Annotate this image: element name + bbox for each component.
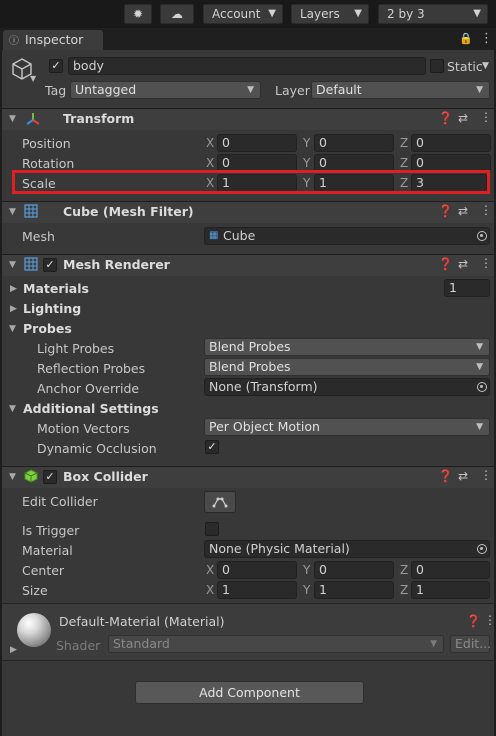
cloud-icon: ☁ — [171, 7, 183, 21]
preset-icon[interactable]: ⇄ — [458, 257, 468, 271]
foldout-arrow-icon[interactable]: ▶ — [10, 304, 17, 314]
materials-size-field[interactable]: 1 — [444, 279, 490, 297]
help-icon[interactable]: ❓ — [438, 469, 453, 483]
layer-dropdown[interactable]: Default ▼ — [311, 81, 490, 99]
tab-inspector[interactable]: ⓘ Inspector — [3, 30, 103, 50]
object-picker-icon[interactable] — [477, 231, 487, 241]
divider — [2, 660, 494, 661]
edit-collider-icon — [212, 497, 228, 508]
foldout-arrow-icon[interactable]: ▼ — [9, 472, 16, 482]
dynamic-occlusion-checkbox[interactable]: ✓ — [205, 440, 219, 454]
layers-dropdown[interactable]: Layers ▼ — [291, 4, 369, 24]
help-icon[interactable]: ❓ — [438, 111, 453, 125]
center-x-field[interactable]: 0 — [217, 561, 297, 579]
foldout-arrow-icon[interactable]: ▼ — [9, 324, 16, 334]
tag-label: Tag — [45, 83, 67, 98]
kebab-menu-icon[interactable]: ⋮ — [484, 613, 496, 627]
chevron-down-icon: ▼ — [473, 8, 481, 19]
mesh-renderer-title: Mesh Renderer — [63, 257, 170, 272]
preset-icon[interactable]: ⇄ — [458, 469, 468, 483]
position-y-field[interactable]: 0 — [314, 134, 394, 152]
position-z-field[interactable]: 0 — [411, 134, 491, 152]
probes-foldout[interactable]: Probes — [23, 321, 72, 336]
size-x-field[interactable]: 1 — [217, 581, 297, 599]
material-title: Default-Material (Material) — [59, 614, 225, 629]
position-x-field[interactable]: 0 — [217, 134, 297, 152]
kebab-menu-icon[interactable]: ⋮ — [480, 256, 492, 270]
preset-icon[interactable]: ⇄ — [458, 111, 468, 125]
chevron-down-icon: ▼ — [476, 342, 483, 352]
object-picker-icon[interactable] — [477, 544, 487, 554]
kebab-menu-icon[interactable]: ⋮ — [480, 203, 492, 217]
shader-label: Shader — [56, 638, 101, 653]
box-collider-icon — [24, 469, 38, 483]
tag-dropdown[interactable]: Untagged ▼ — [70, 81, 261, 99]
chevron-down-icon: ▼ — [268, 8, 276, 19]
kebab-menu-icon[interactable]: ⋮ — [480, 31, 493, 46]
mesh-object-field[interactable]: ▦ Cube — [204, 227, 490, 245]
additional-settings-foldout[interactable]: Additional Settings — [23, 401, 159, 416]
active-checkbox[interactable]: ✓ — [49, 59, 63, 73]
shader-dropdown[interactable]: Standard ▼ — [108, 635, 444, 653]
layout-dropdown[interactable]: 2 by 3 ▼ — [378, 4, 488, 24]
physic-material-field[interactable]: None (Physic Material) — [204, 540, 490, 558]
sun-icon: ✹ — [132, 7, 144, 21]
transform-title: Transform — [63, 111, 135, 126]
motion-vectors-dropdown[interactable]: Per Object Motion ▼ — [204, 418, 490, 436]
box-collider-title: Box Collider — [63, 469, 148, 484]
chevron-down-icon[interactable]: ▼ — [30, 74, 36, 83]
chevron-down-icon: ▼ — [476, 362, 483, 372]
shader-edit-button[interactable]: Edit... — [450, 635, 491, 653]
is-trigger-checkbox[interactable] — [205, 522, 219, 536]
cloud-button[interactable]: ☁ — [160, 4, 194, 24]
mesh-filter-title: Cube (Mesh Filter) — [63, 204, 194, 219]
foldout-arrow-icon[interactable]: ▼ — [9, 260, 16, 270]
center-z-field[interactable]: 0 — [411, 561, 490, 579]
account-dropdown[interactable]: Account ▼ — [203, 4, 283, 24]
collab-button[interactable]: ✹ — [124, 4, 152, 24]
kebab-menu-icon[interactable]: ⋮ — [480, 468, 492, 482]
help-icon[interactable]: ❓ — [438, 257, 453, 271]
chevron-down-icon[interactable]: ▼ — [482, 61, 489, 71]
layer-label: Layer — [275, 83, 310, 98]
lock-icon[interactable]: 🔒 — [459, 32, 473, 45]
size-z-field[interactable]: 1 — [411, 581, 490, 599]
anchor-override-field[interactable]: None (Transform) — [204, 378, 490, 396]
foldout-arrow-icon[interactable]: ▶ — [10, 645, 17, 655]
edit-collider-button[interactable] — [204, 491, 236, 513]
mesh-renderer-icon — [24, 257, 38, 271]
info-icon: ⓘ — [9, 36, 19, 47]
mesh-filter-icon — [24, 204, 38, 218]
static-checkbox[interactable] — [430, 59, 444, 73]
chevron-down-icon: ▼ — [354, 8, 362, 19]
transform-icon — [26, 113, 40, 125]
foldout-arrow-icon[interactable]: ▶ — [10, 284, 17, 294]
box-collider-enabled-checkbox[interactable]: ✓ — [43, 470, 57, 484]
foldout-arrow-icon[interactable]: ▼ — [9, 404, 16, 414]
reflection-probes-dropdown[interactable]: Blend Probes ▼ — [204, 358, 490, 376]
lighting-foldout[interactable]: Lighting — [23, 301, 81, 316]
kebab-menu-icon[interactable]: ⋮ — [480, 110, 492, 124]
chevron-down-icon: ▼ — [476, 422, 483, 432]
material-preview-sphere — [17, 613, 51, 647]
mesh-icon: ▦ — [209, 230, 219, 241]
chevron-down-icon: ▼ — [430, 639, 437, 649]
object-picker-icon[interactable] — [477, 382, 487, 392]
mesh-renderer-enabled-checkbox[interactable]: ✓ — [43, 258, 57, 272]
chevron-down-icon: ▼ — [247, 85, 254, 95]
help-icon[interactable]: ❓ — [438, 204, 453, 218]
size-y-field[interactable]: 1 — [314, 581, 394, 599]
add-component-button[interactable]: Add Component — [135, 681, 364, 704]
foldout-arrow-icon[interactable]: ▼ — [9, 114, 16, 124]
preset-icon[interactable]: ⇄ — [458, 204, 468, 218]
center-y-field[interactable]: 0 — [314, 561, 394, 579]
light-probes-dropdown[interactable]: Blend Probes ▼ — [204, 338, 490, 356]
foldout-arrow-icon[interactable]: ▼ — [9, 207, 16, 217]
materials-foldout[interactable]: Materials — [23, 281, 89, 296]
help-icon[interactable]: ❓ — [466, 614, 481, 628]
chevron-down-icon: ▼ — [476, 85, 483, 95]
object-name-field[interactable]: body — [68, 57, 426, 75]
scale-highlight-box — [12, 170, 490, 194]
